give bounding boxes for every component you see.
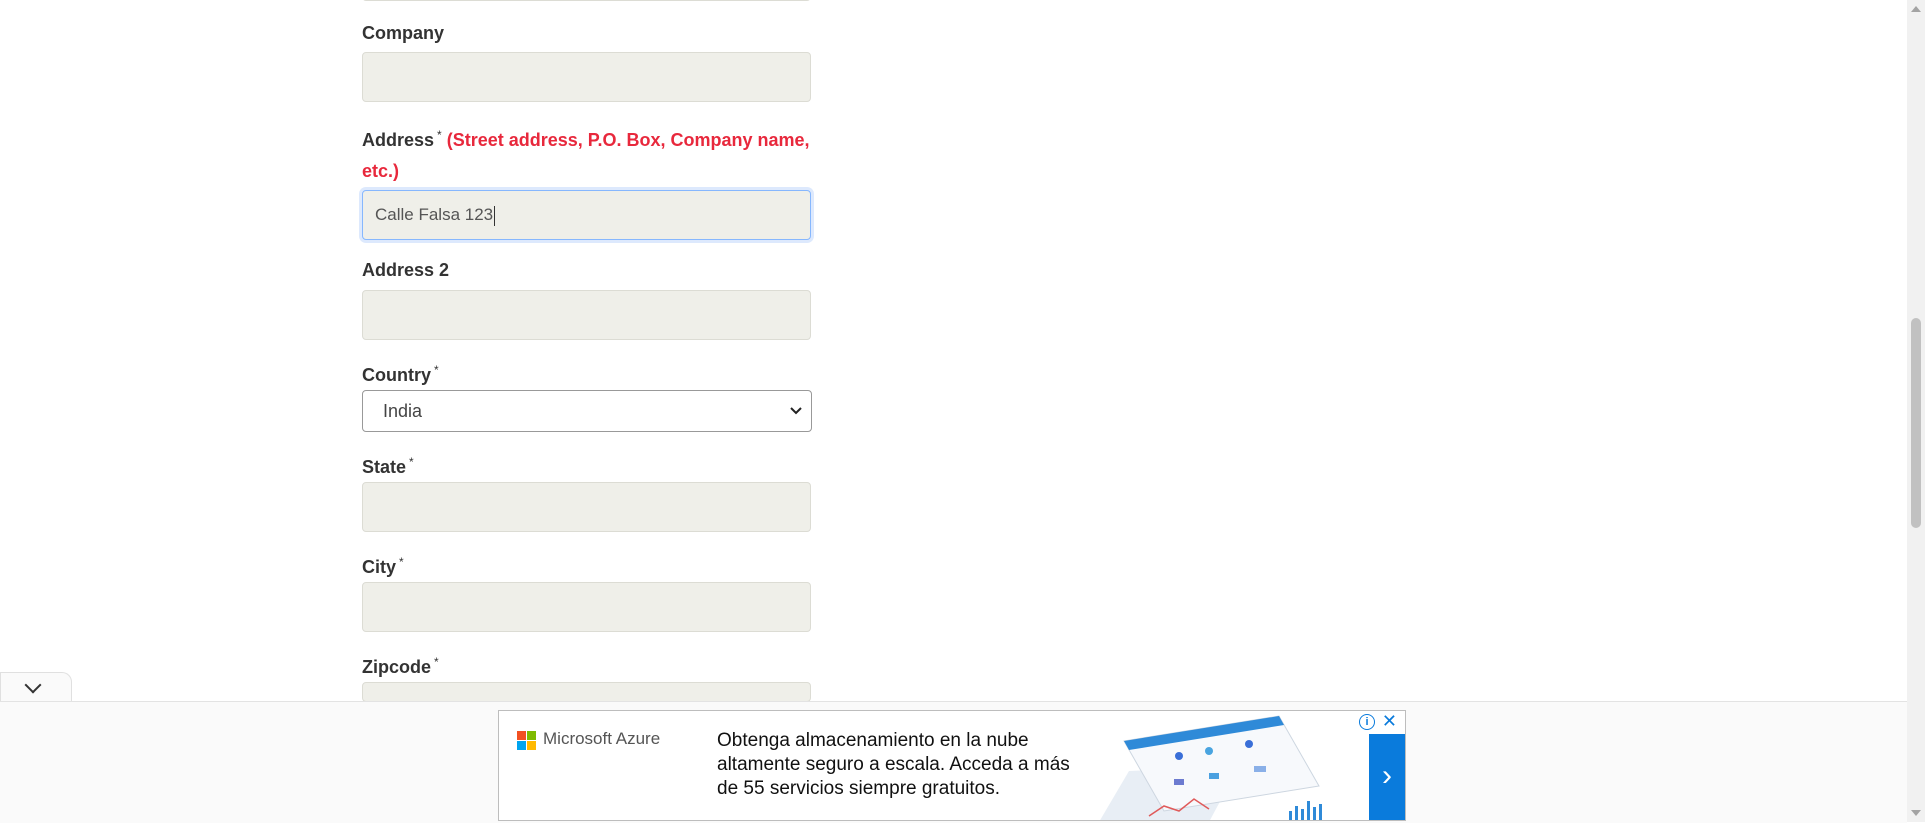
- ad-brand: Microsoft Azure: [543, 729, 661, 748]
- address2-label: Address 2: [362, 260, 450, 280]
- country-select[interactable]: India: [362, 390, 812, 432]
- ad-dashboard-image: [1089, 711, 1389, 820]
- ad-next-button[interactable]: ›: [1369, 734, 1405, 820]
- city-label: City *: [362, 555, 404, 577]
- close-icon[interactable]: ✕: [1382, 712, 1397, 730]
- ad-collapse-button[interactable]: [0, 672, 72, 702]
- address-label: Address * (Street address, P.O. Box, Comp…: [362, 128, 810, 181]
- address2-input[interactable]: [362, 290, 811, 340]
- ad-text: Obtenga almacenamiento en la nube altame…: [717, 730, 1070, 799]
- address-input[interactable]: Calle Falsa 123: [362, 190, 811, 240]
- zipcode-input[interactable]: [362, 682, 811, 702]
- state-input[interactable]: [362, 482, 811, 532]
- state-label: State *: [362, 455, 414, 477]
- text-caret: [494, 205, 496, 226]
- zipcode-label: Zipcode *: [362, 655, 439, 677]
- scroll-up-icon[interactable]: [1911, 6, 1921, 12]
- previous-field-input[interactable]: [362, 0, 811, 1]
- info-icon[interactable]: i: [1359, 714, 1375, 730]
- scroll-down-icon[interactable]: [1911, 810, 1921, 816]
- page: Company Address * (Street address, P.O. B…: [0, 0, 1907, 822]
- chevron-down-icon: [789, 391, 803, 447]
- ad-banner[interactable]: Microsoft Azure Obtenga almacenamiento e…: [498, 710, 1406, 821]
- scroll-thumb[interactable]: [1911, 318, 1921, 528]
- microsoft-logo-icon: [517, 731, 537, 751]
- vertical-scrollbar[interactable]: [1907, 0, 1925, 822]
- company-input[interactable]: [362, 52, 811, 102]
- company-label: Company: [362, 23, 445, 43]
- city-input[interactable]: [362, 582, 811, 632]
- country-label: Country *: [362, 363, 439, 385]
- chevron-down-icon: [24, 676, 42, 694]
